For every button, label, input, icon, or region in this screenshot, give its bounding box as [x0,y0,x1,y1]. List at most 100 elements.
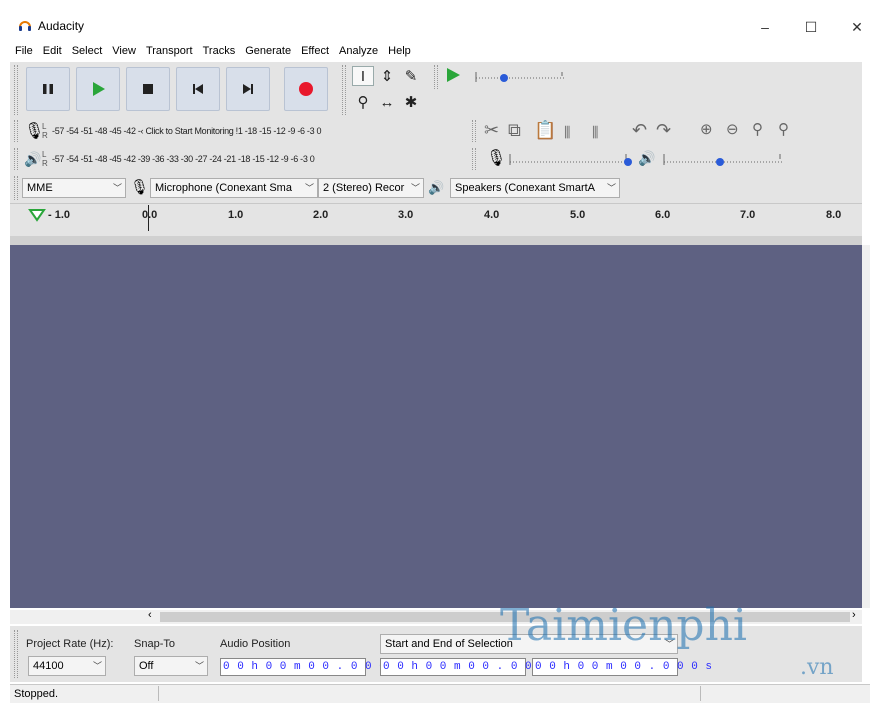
audio-position-label: Audio Position [220,638,291,650]
playback-device-value: Speakers (Conexant SmartA [455,182,596,194]
tools-grip[interactable] [342,65,346,115]
skip-to-start-button[interactable] [176,67,220,111]
menu-effect[interactable]: Effect [296,42,334,60]
play-at-speed-icon[interactable] [444,66,462,84]
play-button[interactable] [76,67,120,111]
stop-button[interactable] [126,67,170,111]
snap-to-select[interactable]: Off ﹀ [134,656,208,676]
timeshift-tool-icon[interactable]: ↔ [376,92,398,112]
ruler-label: 6.0 [655,209,671,221]
ruler-label: 1.0 [228,209,244,221]
menu-tracks[interactable]: Tracks [198,42,241,60]
selection-end-display[interactable]: 0 0 h 0 0 m 0 0 . 0 0 0 s [532,658,712,676]
menu-file[interactable]: File [10,42,38,60]
undo-icon[interactable]: ↶ [632,120,647,141]
speaker-icon: 🔊 [638,150,656,166]
minimize-button[interactable]: – [742,14,788,40]
recording-device-select[interactable]: Microphone (Conexant Sma ﹀ [150,178,318,198]
chevron-down-icon: ﹀ [92,661,102,671]
microphone-icon: 🎙 [486,150,507,167]
menu-help[interactable]: Help [383,42,416,60]
play-speed-slider[interactable] [472,68,568,84]
status-bar [10,684,870,703]
watermark-logo: Taimienphi [500,600,747,651]
record-meter[interactable]: 🎙 L R -57 -54 -51 -48 -45 -42 -‹ Click t… [24,120,464,142]
menu-generate[interactable]: Generate [240,42,296,60]
meter-right-label: R [42,159,48,168]
redo-icon[interactable]: ↷ [656,120,671,141]
device-grip[interactable] [14,176,18,200]
play-speed-grip[interactable] [434,65,438,89]
menu-transport[interactable]: Transport [141,42,198,60]
microphone-icon: 🎙 [24,123,45,140]
recording-volume-slider[interactable] [506,150,634,168]
menu-bar: File Edit Select View Transport Tracks G… [10,42,416,60]
scroll-right-icon[interactable]: › [852,609,856,621]
edit-grip[interactable] [472,120,476,142]
menu-analyze[interactable]: Analyze [334,42,383,60]
close-button[interactable]: ✕ [834,14,870,40]
playback-device-select[interactable]: Speakers (Conexant SmartA ﹀ [450,178,620,198]
vertical-scrollbar[interactable] [862,245,870,608]
speaker-icon: 🔊 [24,150,42,167]
playback-volume-slider[interactable] [660,150,788,168]
audio-host-select[interactable]: MME ﹀ [22,178,126,198]
meter-right-label: R [42,131,48,140]
silence-icon[interactable]: ⫼ [592,124,598,141]
meter-left-label: L [42,150,47,159]
ruler-label: - 1.0 [48,209,71,221]
record-meter-grip[interactable] [14,120,18,142]
paste-icon[interactable]: 📋 [534,120,556,141]
pinned-play-head-icon[interactable] [28,208,46,222]
snap-to-label: Snap-To [134,638,175,650]
cut-icon[interactable]: ✂ [484,120,499,141]
selection-tool-icon[interactable]: I [352,66,374,86]
meter-left-label: L [42,122,47,131]
record-button[interactable] [284,67,328,111]
draw-tool-icon[interactable]: ✎ [400,66,422,86]
recording-channels-value: 2 (Stereo) Recor [323,182,405,194]
maximize-button[interactable]: ☐ [788,14,834,40]
multi-tool-icon[interactable]: ✱ [400,92,422,112]
trim-icon[interactable]: ⫼ [564,124,570,141]
mixer-grip[interactable] [472,148,476,170]
snap-to-value: Off [139,660,154,672]
track-panel[interactable] [10,245,862,608]
skip-to-end-button[interactable] [226,67,270,111]
timeline-ruler[interactable] [10,203,862,233]
pause-button[interactable] [26,67,70,111]
ruler-label: 4.0 [484,209,500,221]
menu-select[interactable]: Select [67,42,108,60]
status-divider [700,686,701,701]
chevron-down-icon: ﹀ [304,183,314,193]
menu-view[interactable]: View [107,42,141,60]
audacity-app-icon [19,21,31,31]
chevron-down-icon: ﹀ [112,183,122,193]
copy-icon[interactable]: ⧉ [508,120,521,141]
fit-project-icon[interactable]: ⚲ [778,120,789,138]
status-divider [158,686,159,701]
record-icon [299,82,313,96]
selection-start-display[interactable]: 0 0 h 0 0 m 0 0 . 0 0 0 s [380,658,560,676]
audio-host-value: MME [27,182,53,194]
zoom-in-icon[interactable]: ⊕ [700,120,713,138]
ruler-label: 5.0 [570,209,586,221]
menu-edit[interactable]: Edit [38,42,67,60]
project-rate-select[interactable]: 44100 ﹀ [28,656,106,676]
record-meter-scale: -57 -54 -51 -48 -45 -42 -‹ Click to Star… [52,126,322,136]
scroll-left-icon[interactable]: ‹ [148,609,152,621]
fit-selection-icon[interactable]: ⚲ [752,120,763,138]
envelope-tool-icon[interactable]: ⇕ [376,66,398,86]
zoom-tool-icon[interactable]: ⚲ [352,92,374,112]
chevron-down-icon: ﹀ [410,183,420,193]
status-text: Stopped. [14,688,59,700]
playback-meter[interactable]: 🔊 L R -57 -54 -51 -48 -45 -42 -39 -36 -3… [24,148,464,170]
ruler-label: 3.0 [398,209,414,221]
ruler-origin-line [148,205,149,231]
playback-meter-grip[interactable] [14,148,18,170]
audio-position-display[interactable]: 0 0 h 0 0 m 0 0 . 0 0 0 s [220,658,400,676]
transport-grip[interactable] [14,65,18,115]
selection-grip[interactable] [14,630,18,678]
zoom-out-icon[interactable]: ⊖ [726,120,739,138]
recording-channels-select[interactable]: 2 (Stereo) Recor ﹀ [318,178,424,198]
